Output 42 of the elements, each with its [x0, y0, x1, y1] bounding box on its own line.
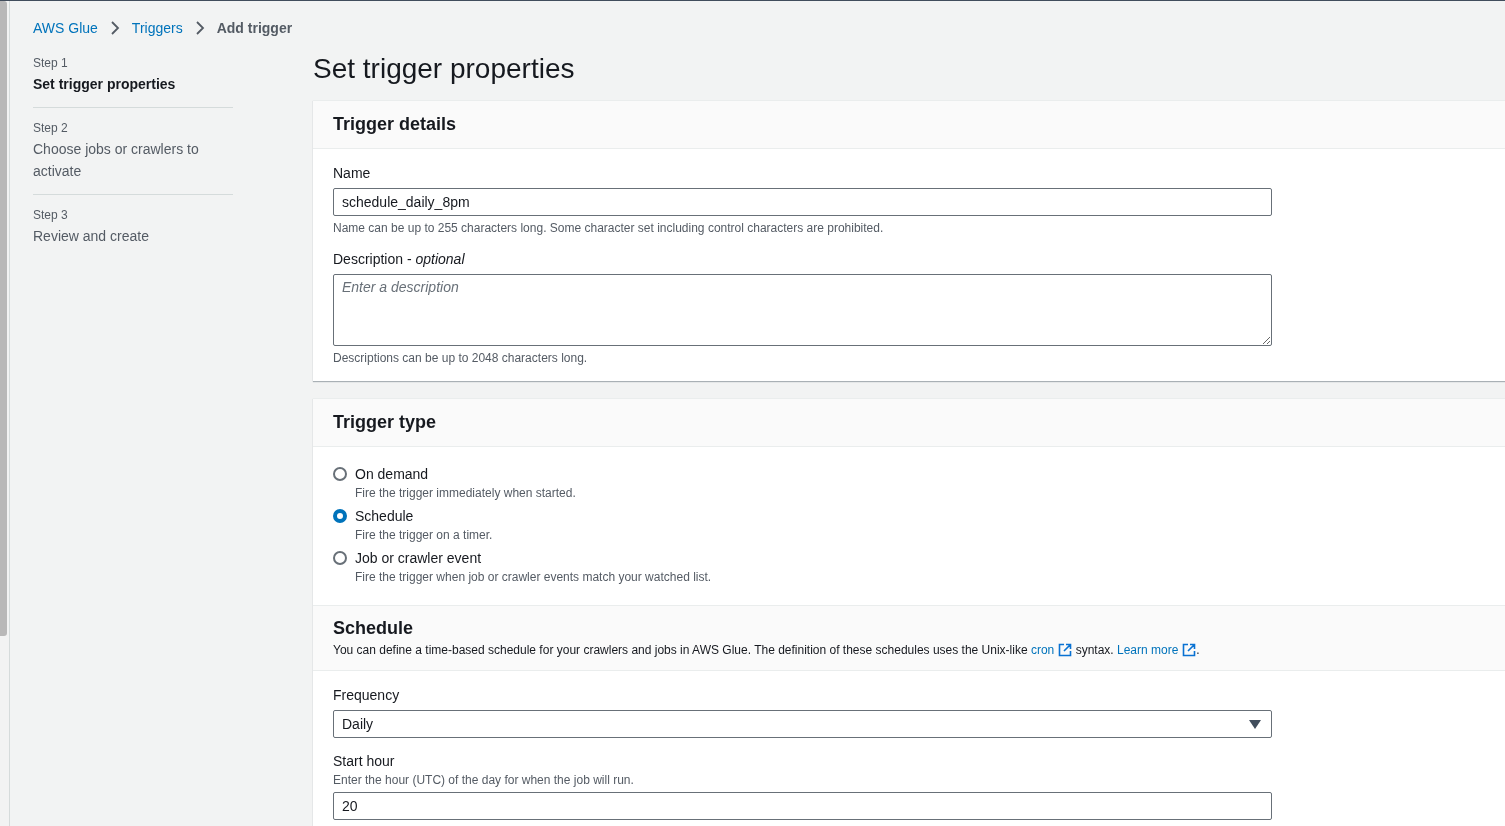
step-link[interactable]: Choose jobs or crawlers to activate	[33, 138, 233, 182]
field-label: Name	[333, 164, 372, 183]
breadcrumb-current: Add trigger	[216, 20, 293, 36]
step-link[interactable]: Set trigger properties	[33, 73, 233, 95]
external-link[interactable]: cron	[1030, 643, 1073, 657]
radio-button[interactable]	[333, 509, 347, 523]
radio-label: On demand	[355, 465, 430, 483]
external-link-icon	[1182, 643, 1197, 657]
field-hint: Name can be up to 255 characters long. Some character set including control characters are prohibited.	[333, 221, 885, 235]
chevron-right-icon	[109, 21, 120, 35]
page-title: Set trigger properties	[313, 52, 576, 86]
radio-label: Job or crawler event	[355, 549, 483, 567]
step-link[interactable]: Review and create	[33, 225, 233, 247]
radio-button[interactable]	[333, 467, 347, 481]
step-number: Step 1	[33, 55, 69, 71]
section-title: Trigger type	[333, 412, 437, 433]
breadcrumb-link[interactable]: AWS Glue	[33, 20, 98, 36]
external-link[interactable]: Learn more	[1117, 643, 1197, 657]
step-number: Step 2	[33, 120, 69, 136]
radio-description: Fire the trigger when job or crawler events match your watched list.	[355, 569, 712, 585]
name-field[interactable]: schedule_daily_8pm	[333, 188, 1272, 216]
field-label: Start hour	[333, 752, 396, 771]
frequency-select[interactable]: Daily	[333, 710, 1272, 738]
field-label: Description - optional	[333, 250, 466, 269]
section-title: Trigger details	[333, 114, 457, 135]
radio-description: Fire the trigger on a timer.	[355, 527, 493, 543]
external-link-icon	[1058, 643, 1073, 657]
scrollbar[interactable]	[0, 1, 7, 636]
breadcrumb-link[interactable]: Triggers	[131, 20, 183, 36]
section-description: You can define a time-based schedule for your crawlers and jobs in AWS Glue. The definition of these schedules uses the Unix-like cron syntax. Learn more .	[333, 642, 1201, 658]
field-hint: Descriptions can be up to 2048 characters long.	[333, 351, 589, 365]
caret-down-icon	[1249, 719, 1261, 729]
description-field[interactable]: Enter a description	[333, 274, 1272, 346]
step-number: Step 3	[33, 207, 69, 223]
radio-description: Fire the trigger immediately when started.	[355, 485, 576, 501]
radio-label: Schedule	[355, 507, 415, 525]
start-hour-field[interactable]: 20	[333, 792, 1272, 820]
chevron-right-icon	[194, 21, 205, 35]
field-label: Frequency	[333, 686, 401, 705]
radio-button[interactable]	[333, 551, 347, 565]
field-hint: Enter the hour (UTC) of the day for when the job will run.	[333, 773, 635, 787]
section-title: Schedule	[333, 618, 415, 639]
